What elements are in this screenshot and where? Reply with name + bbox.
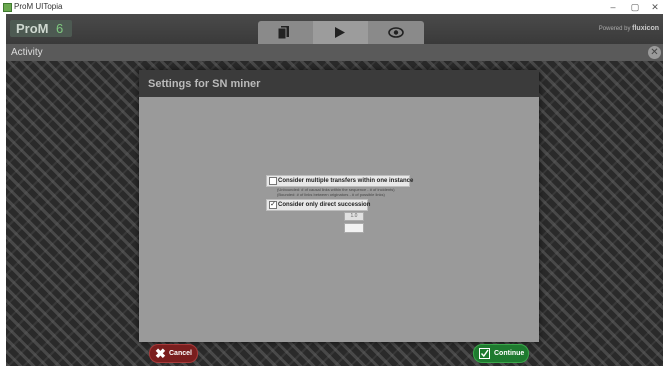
action-tab[interactable] [313,21,368,44]
view-toolbar [258,21,424,44]
dialog-title: Settings for SN miner [148,78,261,90]
cancel-label: Cancel [169,350,192,357]
multiple-transfers-checkbox[interactable] [269,177,277,185]
cancel-x-icon: ✖ [155,346,166,361]
window-close-button[interactable]: ✕ [644,0,663,14]
continue-label: Continue [494,350,525,357]
workspace-icon [278,26,289,39]
option-label: Consider multiple transfers within one i… [278,178,414,184]
continue-button[interactable]: Continue [473,344,529,363]
dialog-header: Settings for SN miner [139,70,539,97]
option-hint-2: (Bounded: # of links between originators… [277,192,385,197]
direct-succession-checkbox[interactable]: ✓ [269,201,277,209]
title-bar: ProM UITopia – ▢ ✕ [0,0,663,14]
brand-name: fluxicon [632,25,659,32]
view-tab[interactable] [368,21,423,44]
option-direct-succession[interactable]: ✓ Consider only direct succession [266,199,371,211]
logo-version: 6 [56,21,64,36]
settings-dialog: Settings for SN miner Consider multiple … [139,70,539,363]
continue-check-icon [479,348,490,359]
window-title: ProM UITopia [14,2,63,11]
option-multiple-transfers[interactable]: Consider multiple transfers within one i… [266,175,414,187]
value-field-2[interactable] [344,223,364,233]
eye-icon [388,27,404,38]
maximize-button[interactable]: ▢ [624,0,646,14]
dialog-body: Consider multiple transfers within one i… [139,97,539,363]
logo-text: ProM [16,21,49,36]
brand-prefix: Powered by [598,26,631,32]
play-icon [335,27,345,38]
activity-bar: Activity ✕ [6,44,663,61]
option-label: Consider only direct succession [278,202,371,208]
minimize-button[interactable]: – [602,0,624,14]
workspace-tab[interactable] [258,21,313,44]
app-header: ProM 6 Powered by fluxicon [6,14,663,44]
brand-logo: Powered by fluxicon [599,25,659,32]
cancel-button[interactable]: ✖ Cancel [149,344,198,363]
activity-label: Activity [11,47,43,58]
app-icon [3,3,12,12]
value-field-1[interactable]: 1.0 [344,212,364,221]
prom-logo: ProM 6 [10,20,72,37]
app-window: ProM UITopia – ▢ ✕ ProM 6 Powered by flu… [0,0,663,366]
activity-close-icon[interactable]: ✕ [648,46,661,59]
